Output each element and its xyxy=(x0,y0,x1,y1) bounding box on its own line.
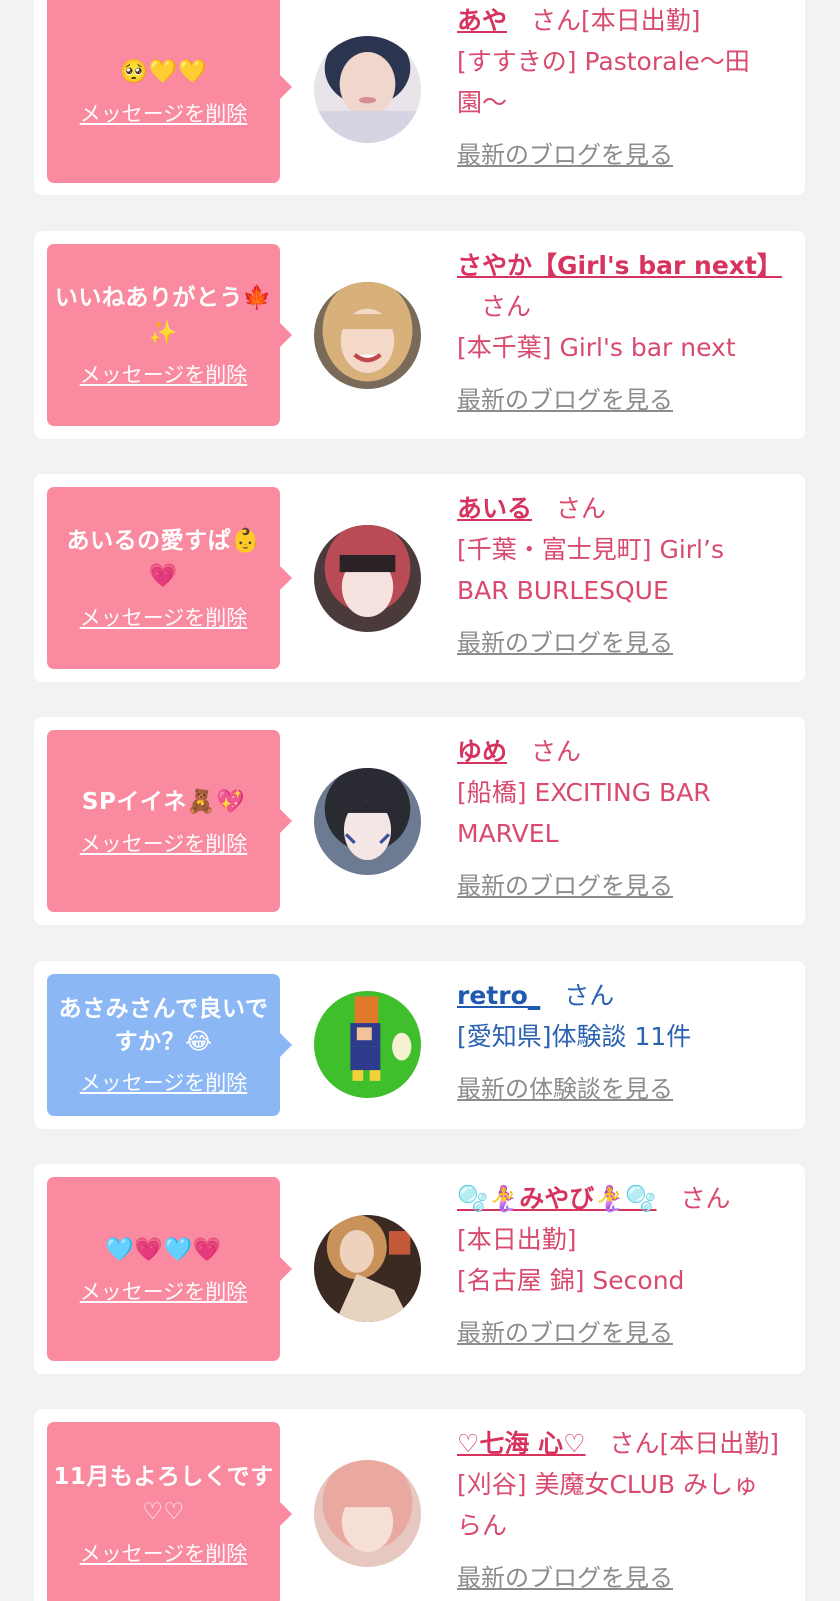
message-text: あさみさんで良いですか？😂 xyxy=(58,996,269,1055)
latest-blog-link[interactable]: 最新のブログを見る xyxy=(457,380,791,421)
avatar[interactable] xyxy=(314,525,421,632)
message-bubble: 🩵💗🩵💗 メッセージを削除 xyxy=(47,1177,292,1361)
shop-line: [名古屋 錦] Second xyxy=(457,1266,685,1295)
shop-line: 園～ xyxy=(457,88,508,117)
message-card: あさみさんで良いですか？😂 メッセージを削除 retro_ さん [愛知県]体験談… xyxy=(34,961,805,1129)
delete-message-link[interactable]: メッセージを削除 xyxy=(80,98,248,128)
avatar-photo-icon xyxy=(314,768,421,875)
latest-blog-link[interactable]: 最新のブログを見る xyxy=(457,623,791,664)
latest-blog-link[interactable]: 最新のブログを見る xyxy=(457,1558,791,1599)
profile-name-link[interactable]: あや xyxy=(457,6,507,35)
latest-review-link[interactable]: 最新の体験談を見る xyxy=(457,1069,791,1110)
profile-info: ゆめ さん [船橋] EXCITING BAR MARVEL 最新のブログを見る xyxy=(457,731,791,907)
message-card: いいねありがとう🍁✨ メッセージを削除 さやか【Girl's bar next】… xyxy=(34,231,805,439)
message-text: いいねありがとう🍁✨ xyxy=(54,285,273,346)
honorific: さん xyxy=(556,494,607,523)
profile-name-link[interactable]: ♡七海 心♡ xyxy=(457,1429,586,1458)
delete-message-link[interactable]: メッセージを削除 xyxy=(80,1276,248,1306)
region-review-count: [愛知県]体験談 11件 xyxy=(457,1022,692,1051)
message-card: SPイイネ🧸💖 メッセージを削除 ゆめ さん [船橋] EXCITING BAR … xyxy=(34,717,805,925)
message-card: 🩵💗🩵💗 メッセージを削除 🫧🧜‍♀️みやび🧜‍♀️🫧 さん [本日出勤] [名古… xyxy=(34,1164,805,1374)
message-card: 🥺💛💛 メッセージを削除 あや さん[本日出勤] [すすきの] Pastorale… xyxy=(34,0,805,195)
latest-blog-link[interactable]: 最新のブログを見る xyxy=(457,1313,791,1354)
honorific: さん xyxy=(531,6,582,35)
shop-line: [千葉・富士見町] Girl’s xyxy=(457,535,724,564)
message-bubble: 🥺💛💛 メッセージを削除 xyxy=(47,0,292,183)
message-text: あいるの愛すぱ👶💗 xyxy=(66,528,261,589)
attendance-badge: [本日出勤] xyxy=(659,1429,780,1458)
shop-line: [すすきの] Pastorale～田 xyxy=(457,47,750,76)
avatar[interactable] xyxy=(314,1460,421,1567)
shop-line: [船橋] EXCITING BAR xyxy=(457,778,711,807)
honorific: さん xyxy=(531,737,582,766)
latest-blog-link[interactable]: 最新のブログを見る xyxy=(457,135,791,176)
avatar-photo-icon xyxy=(314,525,421,632)
avatar[interactable] xyxy=(314,768,421,875)
shop-line: らん xyxy=(457,1511,508,1540)
profile-info: あや さん[本日出勤] [すすきの] Pastorale～田 園～ 最新のブログを… xyxy=(457,0,791,176)
honorific: さん xyxy=(680,1184,731,1213)
delete-message-link[interactable]: メッセージを削除 xyxy=(80,602,248,632)
profile-info: 🫧🧜‍♀️みやび🧜‍♀️🫧 さん [本日出勤] [名古屋 錦] Second 最新… xyxy=(457,1178,791,1354)
message-bubble: あいるの愛すぱ👶💗 メッセージを削除 xyxy=(47,487,292,669)
shop-line: BAR BURLESQUE xyxy=(457,576,669,605)
honorific: さん xyxy=(564,981,615,1010)
avatar[interactable] xyxy=(314,282,421,389)
message-text: 🥺💛💛 xyxy=(119,59,208,85)
profile-name-link[interactable]: さやか【Girl's bar next】 xyxy=(457,251,782,280)
profile-name-link[interactable]: あいる xyxy=(457,494,532,523)
delete-message-link[interactable]: メッセージを削除 xyxy=(80,1538,248,1568)
profile-info: ♡七海 心♡ さん[本日出勤] [刈谷] 美魔女CLUB みしゅ らん 最新のブロ… xyxy=(457,1423,791,1599)
message-text: 🩵💗🩵💗 xyxy=(105,1236,222,1263)
profile-name-link[interactable]: 🫧🧜‍♀️みやび🧜‍♀️🫧 xyxy=(457,1184,657,1213)
avatar-photo-icon xyxy=(314,36,421,143)
avatar[interactable] xyxy=(314,991,421,1098)
shop-line: [刈谷] 美魔女CLUB みしゅ xyxy=(457,1470,758,1499)
message-text: 11月もよろしくです♡♡ xyxy=(53,1464,274,1525)
latest-blog-link[interactable]: 最新のブログを見る xyxy=(457,866,791,907)
message-text: SPイイネ🧸💖 xyxy=(81,788,246,815)
avatar-game-character-icon xyxy=(314,991,421,1098)
message-card: あいるの愛すぱ👶💗 メッセージを削除 あいる さん [千葉・富士見町] Girl’… xyxy=(34,474,805,682)
attendance-badge: [本日出勤] xyxy=(457,1225,577,1254)
profile-info: あいる さん [千葉・富士見町] Girl’s BAR BURLESQUE 最新の… xyxy=(457,488,791,664)
delete-message-link[interactable]: メッセージを削除 xyxy=(80,359,248,389)
message-bubble: いいねありがとう🍁✨ メッセージを削除 xyxy=(47,244,292,426)
profile-name-link[interactable]: ゆめ xyxy=(457,737,507,766)
delete-message-link[interactable]: メッセージを削除 xyxy=(80,828,248,858)
message-bubble: 11月もよろしくです♡♡ メッセージを削除 xyxy=(47,1422,292,1601)
message-bubble: あさみさんで良いですか？😂 メッセージを削除 xyxy=(47,974,292,1116)
shop-line: [本千葉] Girl's bar next xyxy=(457,333,736,362)
avatar[interactable] xyxy=(314,1215,421,1322)
profile-info: retro_ さん [愛知県]体験談 11件 最新の体験談を見る xyxy=(457,975,791,1110)
avatar-photo-icon xyxy=(314,1460,421,1567)
message-bubble: SPイイネ🧸💖 メッセージを削除 xyxy=(47,730,292,912)
honorific: さん xyxy=(481,292,532,321)
delete-message-link[interactable]: メッセージを削除 xyxy=(80,1067,248,1097)
honorific: さん xyxy=(609,1429,660,1458)
attendance-badge: [本日出勤] xyxy=(581,6,701,35)
avatar-photo-icon xyxy=(314,1215,421,1322)
shop-line: MARVEL xyxy=(457,819,559,848)
avatar-photo-icon xyxy=(314,282,421,389)
profile-name-link[interactable]: retro_ xyxy=(457,981,540,1010)
message-card: 11月もよろしくです♡♡ メッセージを削除 ♡七海 心♡ さん[本日出勤] [刈谷… xyxy=(34,1409,805,1601)
avatar[interactable] xyxy=(314,36,421,143)
profile-info: さやか【Girl's bar next】さん [本千葉] Girl's bar … xyxy=(457,245,791,421)
